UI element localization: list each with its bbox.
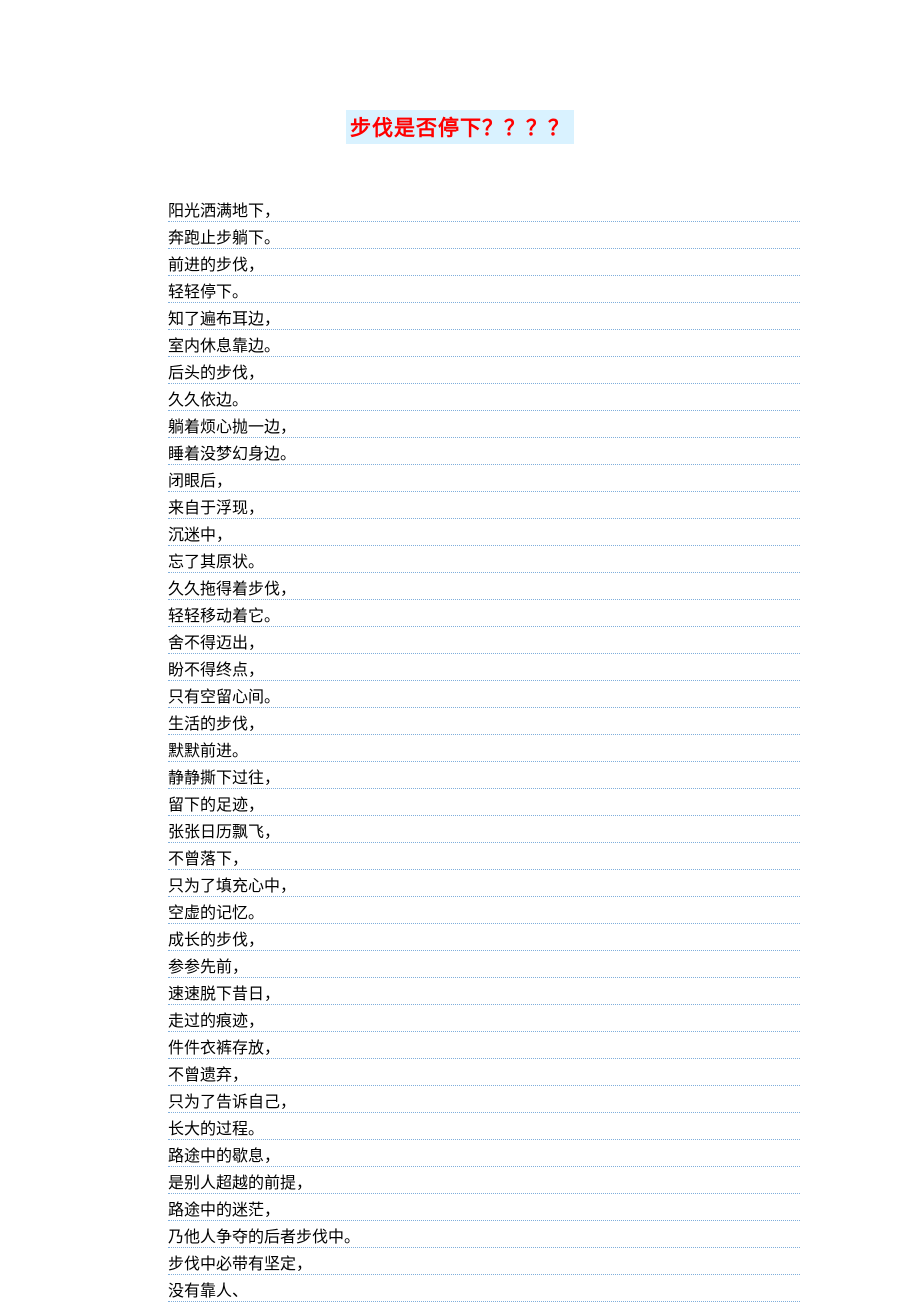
poem-line: 长大的过程。 xyxy=(168,1116,800,1143)
poem-line: 久久依边。 xyxy=(168,387,800,414)
poem-line-text: 盼不得终点， xyxy=(168,663,266,679)
document-page: 步伐是否停下？？？？ 阳光洒满地下， 奔跑止步躺下。前进的步伐， 轻轻停下。知了遍布… xyxy=(0,0,920,1305)
poem-body: 阳光洒满地下， 奔跑止步躺下。前进的步伐， 轻轻停下。知了遍布耳边， 室内休息靠边。后… xyxy=(168,198,800,1305)
poem-line: 成长的步伐， xyxy=(168,927,800,954)
poem-line-text: 久久拖得着步伐， xyxy=(168,582,298,598)
poem-line-text: 路途中的迷茫， xyxy=(168,1203,282,1219)
poem-line-text: 前进的步伐， xyxy=(168,258,266,274)
poem-line: 睡着没梦幻身边。 xyxy=(168,441,800,468)
poem-line: 是别人超越的前提， xyxy=(168,1170,800,1197)
poem-line-text: 室内休息靠边。 xyxy=(168,339,282,355)
poem-line-text: 沉迷中， xyxy=(168,528,234,544)
poem-line-text: 舍不得迈出， xyxy=(168,636,266,652)
poem-line-text: 轻轻停下。 xyxy=(168,285,250,301)
poem-line: 参参先前， xyxy=(168,954,800,981)
poem-line: 知了遍布耳边， xyxy=(168,306,800,333)
poem-line: 路途中的迷茫， xyxy=(168,1197,800,1224)
poem-line-text: 只为了填充心中， xyxy=(168,879,298,895)
poem-line: 静静撕下过往， xyxy=(168,765,800,792)
poem-line-text: 空虚的记忆。 xyxy=(168,906,266,922)
poem-line-text: 只有空留心间。 xyxy=(168,690,282,706)
poem-line-text: 件件衣裤存放， xyxy=(168,1041,282,1057)
poem-line: 闭眼后， xyxy=(168,468,800,495)
poem-line-text: 只为了告诉自己， xyxy=(168,1095,298,1111)
poem-line-text: 是别人超越的前提， xyxy=(168,1176,314,1192)
poem-line: 不曾落下， xyxy=(168,846,800,873)
poem-line-text: 躺着烦心抛一边， xyxy=(168,420,298,436)
poem-line: 躺着烦心抛一边， xyxy=(168,414,800,441)
poem-line-text: 步伐中必带有坚定， xyxy=(168,1257,314,1273)
document-title: 步伐是否停下？？？？ xyxy=(346,110,574,144)
poem-line-text: 闭眼后， xyxy=(168,474,234,490)
poem-line-text: 不曾落下， xyxy=(168,852,250,868)
poem-line: 乃他人争夺的后者步伐中。 xyxy=(168,1224,800,1251)
poem-line-text: 来自于浮现， xyxy=(168,501,266,517)
poem-line-text: 奔跑止步躺下。 xyxy=(168,231,282,247)
poem-line-text: 留下的足迹， xyxy=(168,798,266,814)
poem-line: 件件衣裤存放， xyxy=(168,1035,800,1062)
poem-line-text: 走过的痕迹， xyxy=(168,1014,266,1030)
poem-line: 速速脱下昔日， xyxy=(168,981,800,1008)
poem-line-text: 后头的步伐， xyxy=(168,366,266,382)
poem-line-text: 静静撕下过往， xyxy=(168,771,282,787)
poem-line-text: 速速脱下昔日， xyxy=(168,987,282,1003)
poem-line: 生活的步伐， xyxy=(168,711,800,738)
title-container: 步伐是否停下？？？？ xyxy=(0,110,920,144)
poem-line: 留下的足迹， xyxy=(168,792,800,819)
poem-line: 张张日历飘飞， xyxy=(168,819,800,846)
poem-line: 只为了填充心中， xyxy=(168,873,800,900)
poem-line: 走过的痕迹， xyxy=(168,1008,800,1035)
poem-line-text: 轻轻移动着它。 xyxy=(168,609,282,625)
poem-line: 步伐中必带有坚定， xyxy=(168,1251,800,1278)
poem-line: 阳光洒满地下， xyxy=(168,198,800,225)
poem-line-text: 默默前进。 xyxy=(168,744,250,760)
poem-line: 只有空留心间。 xyxy=(168,684,800,711)
poem-line: 盼不得终点， xyxy=(168,657,800,684)
poem-line: 舍不得迈出， xyxy=(168,630,800,657)
poem-line-text: 阳光洒满地下， xyxy=(168,204,282,220)
poem-line-text: 参参先前， xyxy=(168,960,250,976)
poem-line-text: 路途中的歇息， xyxy=(168,1149,282,1165)
poem-line: 没有靠人、 xyxy=(168,1278,800,1305)
poem-line: 只为了告诉自己， xyxy=(168,1089,800,1116)
poem-line-text: 睡着没梦幻身边。 xyxy=(168,447,298,463)
poem-line: 久久拖得着步伐， xyxy=(168,576,800,603)
poem-line-text: 不曾遗弃， xyxy=(168,1068,250,1084)
poem-line-text: 乃他人争夺的后者步伐中。 xyxy=(168,1230,362,1246)
poem-line: 空虚的记忆。 xyxy=(168,900,800,927)
poem-line: 忘了其原状。 xyxy=(168,549,800,576)
poem-line: 不曾遗弃， xyxy=(168,1062,800,1089)
poem-line-text: 没有靠人、 xyxy=(168,1284,250,1300)
poem-line-text: 久久依边。 xyxy=(168,393,250,409)
poem-line: 路途中的歇息， xyxy=(168,1143,800,1170)
poem-line: 室内休息靠边。 xyxy=(168,333,800,360)
poem-line-text: 知了遍布耳边， xyxy=(168,312,282,328)
poem-line: 奔跑止步躺下。 xyxy=(168,225,800,252)
poem-line: 前进的步伐， xyxy=(168,252,800,279)
poem-line: 轻轻移动着它。 xyxy=(168,603,800,630)
poem-line: 来自于浮现， xyxy=(168,495,800,522)
poem-line-text: 生活的步伐， xyxy=(168,717,266,733)
poem-line: 轻轻停下。 xyxy=(168,279,800,306)
poem-line-text: 忘了其原状。 xyxy=(168,555,266,571)
poem-line: 后头的步伐， xyxy=(168,360,800,387)
poem-line: 沉迷中， xyxy=(168,522,800,549)
poem-line: 默默前进。 xyxy=(168,738,800,765)
poem-line-text: 成长的步伐， xyxy=(168,933,266,949)
poem-line-text: 张张日历飘飞， xyxy=(168,825,282,841)
poem-line-text: 长大的过程。 xyxy=(168,1122,266,1138)
